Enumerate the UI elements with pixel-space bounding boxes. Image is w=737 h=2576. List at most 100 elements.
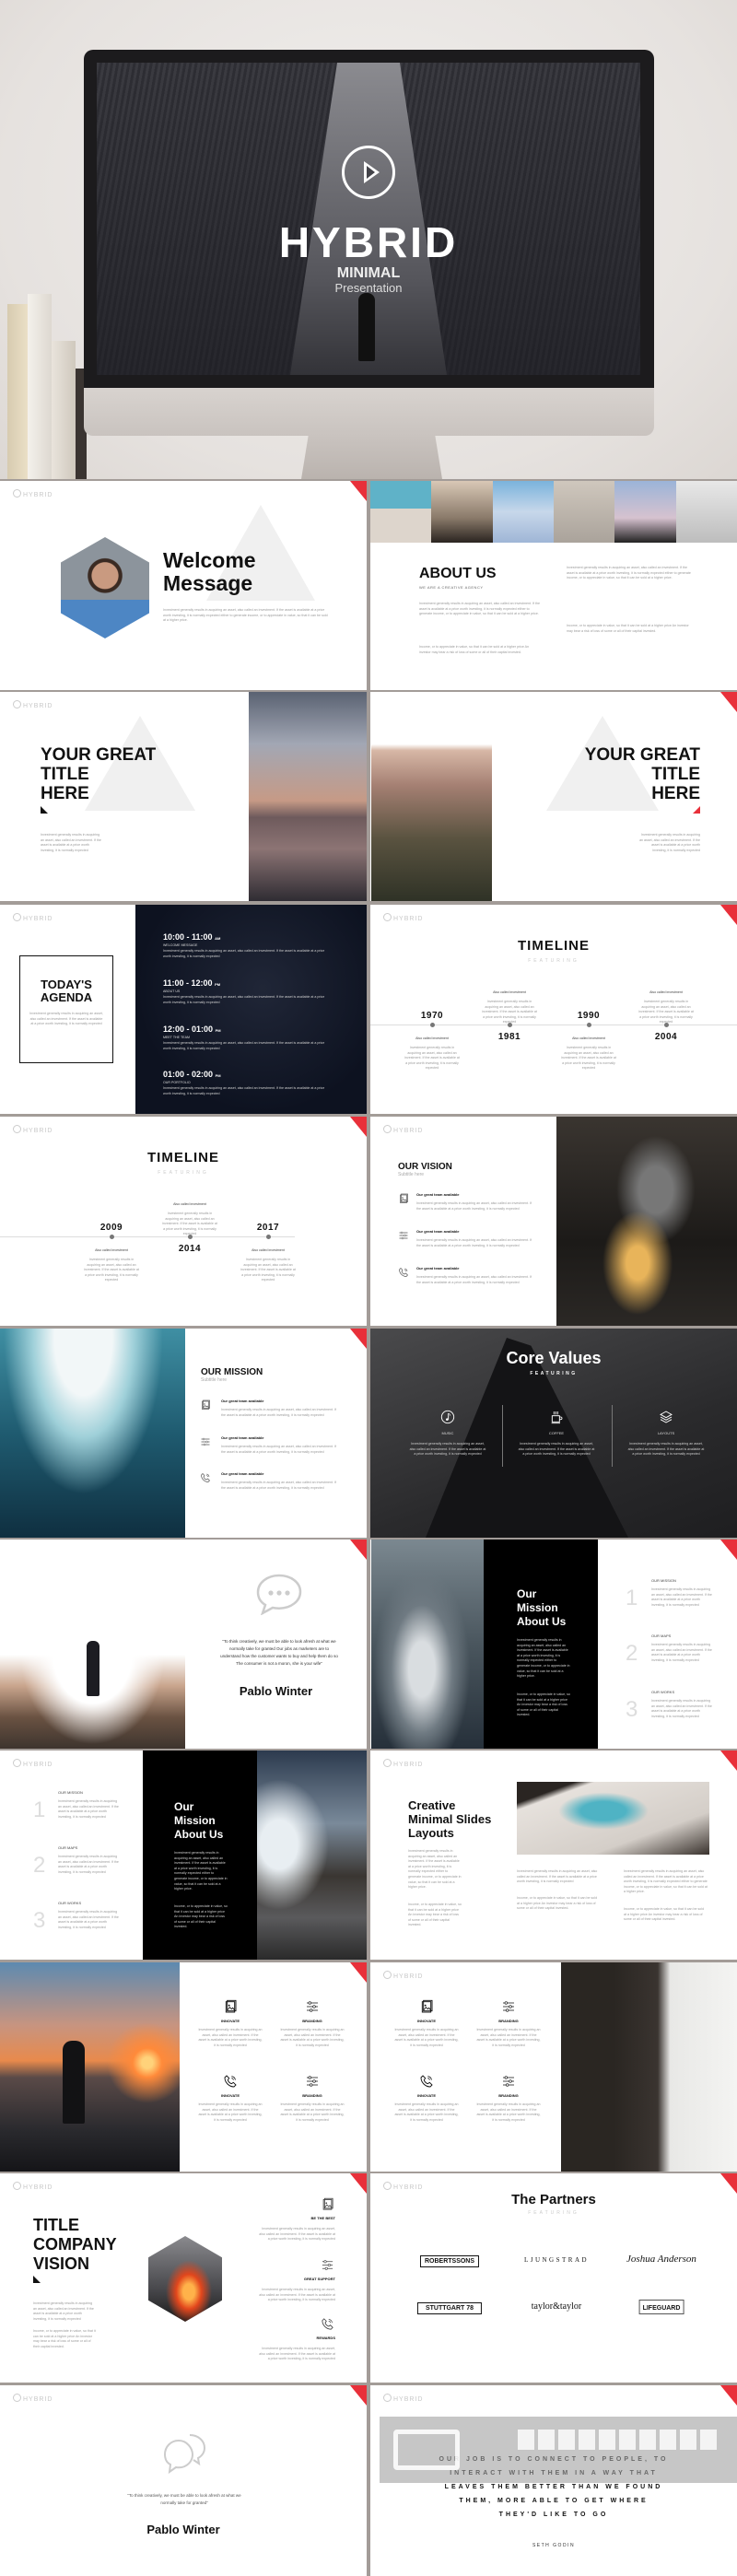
feature-item: INNOVATE Investment generally results in … — [394, 2074, 459, 2123]
slide-title: Our Mission About Us — [174, 1800, 224, 1841]
photo-surfer — [371, 1540, 484, 1749]
image-icon — [223, 1999, 238, 2014]
slide-our-vision[interactable]: HYBRID OUR VISION Subtitle here Our grea… — [370, 1117, 737, 1326]
play-circle-icon[interactable] — [342, 146, 395, 199]
hero-title: HYBRID — [278, 218, 459, 266]
body-text: Income, or to appreciate in value, so th… — [567, 624, 689, 633]
item-title: OUR MISSION — [58, 1790, 83, 1795]
slide-subtitle: Subtitle here — [398, 1172, 425, 1177]
slide-quote[interactable]: "To think creatively, we must be able to… — [0, 1540, 367, 1749]
brand-logo: HYBRID — [13, 489, 53, 498]
agenda-label: ABOUT US — [163, 989, 181, 993]
body-text: Investment generally results in acquirin… — [517, 1869, 598, 1884]
item-title: Our great team available — [221, 1435, 264, 1440]
body-text: Investment generally results in acquirin… — [162, 1212, 217, 1236]
slide-features-2[interactable]: HYBRID INNOVATE Investment generally resu… — [370, 1962, 737, 2172]
item-title: OUR MAPS — [58, 1845, 78, 1850]
quote-line: THEY'D LIKE TO GO — [498, 2512, 609, 2518]
timeline-label: Also called investment — [493, 990, 526, 994]
slide-mission-about-left[interactable]: HYBRID 1 OUR MISSION Investment generall… — [0, 1751, 367, 1960]
slide-number-corner — [720, 1751, 737, 1771]
slide-timeline-1[interactable]: HYBRID TIMELINE FEATURING 1970 Also call… — [370, 905, 737, 1114]
body-text: Investment generally results in acquirin… — [638, 1000, 694, 1025]
body-text: Investment generally results in acquirin… — [221, 1481, 337, 1490]
hero-tagline: Presentation — [334, 281, 403, 295]
slide-welcome[interactable]: HYBRID Welcome Message Investment genera… — [0, 481, 367, 690]
timeline-dot — [265, 1235, 271, 1239]
feature-item: INNOVATE Investment generally results in … — [198, 1999, 263, 2048]
brand-logo: HYBRID — [383, 1759, 423, 1768]
timeline-year: 2009 — [99, 1223, 123, 1233]
body-text: Income, or to appreciate in value, so th… — [174, 1904, 228, 1929]
body-text: Investment generally results in acquirin… — [567, 566, 691, 580]
body-text: Income, or to appreciate in value, so th… — [517, 1692, 570, 1717]
brand-logo: HYBRID — [383, 1971, 423, 1980]
slide-number-corner — [350, 1540, 367, 1560]
body-text: Investment generally results in acquirin… — [259, 2227, 335, 2242]
brand-logo: HYBRID — [13, 2394, 53, 2403]
agenda-time: 11:00 - 12:00 PM — [163, 978, 221, 988]
timeline-year: 2004 — [654, 1032, 678, 1042]
slide-partners[interactable]: HYBRID The Partners FEATURING ROBERTSSON… — [370, 2173, 737, 2383]
slide-title: YOUR GREAT TITLE HERE — [41, 745, 157, 803]
slide-company-vision[interactable]: HYBRID TITLE COMPANY VISION Investment g… — [0, 2173, 367, 2383]
timeline-dot — [109, 1235, 114, 1239]
book — [52, 341, 76, 479]
brand-logo: HYBRID — [383, 913, 423, 922]
monitor-stand — [301, 436, 442, 479]
slide-core-values[interactable]: Core Values FEATURING MUSIC Investment g… — [370, 1329, 737, 1538]
timeline-year: 2017 — [256, 1223, 280, 1233]
slide-subtitle: WE ARE A CREATIVE AGENCY — [419, 585, 484, 590]
photo-sunset-reflection — [249, 692, 367, 901]
body-text: Investment generally results in acquirin… — [58, 1799, 119, 1819]
slide-quote-2[interactable]: HYBRID "To think creatively, we must be … — [0, 2385, 367, 2576]
body-text: Investment generally results in acquirin… — [624, 1869, 708, 1894]
slide-great-title-right[interactable]: YOUR GREAT TITLE HERE Investment general… — [370, 692, 737, 901]
body-text: Investment generally results in acquirin… — [517, 1638, 570, 1679]
body-text: Investment generally results in acquirin… — [408, 1849, 462, 1890]
slide-title: TITLE COMPANY VISION — [33, 2216, 117, 2273]
item-title: OUR WORKS — [58, 1901, 82, 1905]
brand-logo: HYBRID — [383, 2394, 423, 2403]
slide-seth-godin-quote[interactable]: HYBRID OUR JOB IS TO CONNECT TO PEOPLE, … — [370, 2385, 737, 2576]
agenda-time: 01:00 - 02:00 PM — [163, 1070, 221, 1079]
photo-sunset-rocks — [0, 1962, 180, 2172]
slide-great-title-left[interactable]: HYBRID YOUR GREAT TITLE HERE Investment … — [0, 692, 367, 901]
timeline-label: Also called investment — [95, 1248, 128, 1252]
sliders-icon — [305, 2074, 320, 2089]
item-title: OUR MISSION — [651, 1578, 676, 1583]
sliders-icon — [501, 2074, 516, 2089]
slide-timeline-2[interactable]: HYBRID TIMELINE FEATURING 2009 Also call… — [0, 1117, 367, 1326]
slide-agenda[interactable]: HYBRID TODAY'S AGENDA Investment general… — [0, 905, 367, 1114]
slide-number-corner — [350, 2173, 367, 2194]
body-text: Investment generally results in acquirin… — [29, 1012, 103, 1026]
body-text: Investment generally results in acquirin… — [416, 1201, 532, 1211]
man-silhouette — [63, 2041, 85, 2124]
slide-features-1[interactable]: INNOVATE Investment generally results in … — [0, 1962, 367, 2172]
body-text: Investment generally results in acquirin… — [84, 1258, 139, 1282]
item-title: BE THE BEST — [310, 2216, 335, 2220]
timeline-label: Also called investment — [649, 990, 683, 994]
feature-item: INNOVATE Investment generally results in … — [394, 1999, 459, 2048]
slide-number-corner — [720, 905, 737, 925]
slide-title: OUR VISION — [398, 1162, 452, 1172]
body-text: Investment generally results in acquirin… — [259, 2288, 335, 2302]
watermark-band — [380, 2417, 737, 2483]
body-text: Investment generally results in acquirin… — [221, 1408, 337, 1417]
item-title: Our great team available — [221, 1471, 264, 1476]
slide-mission-about-right[interactable]: Our Mission About Us Investment generall… — [370, 1540, 737, 1749]
slide-subtitle: FEATURING — [528, 958, 579, 964]
core-value-label: LAYOUTS — [657, 1431, 675, 1435]
body-text: Investment generally results in acquirin… — [416, 1275, 532, 1284]
slide-creative-layouts[interactable]: HYBRID Creative Minimal Slides Layouts I… — [370, 1751, 737, 1960]
photo-surfer-beach — [257, 1751, 367, 1960]
body-text: Investment generally results in acquirin… — [627, 1442, 705, 1457]
photo-painting — [517, 1782, 709, 1855]
core-value-label: COFFEE — [548, 1431, 565, 1435]
item-title: Our great team available — [416, 1229, 460, 1234]
slide-number-corner — [720, 1540, 737, 1560]
slide-about-us[interactable]: ABOUT US WE ARE A CREATIVE AGENCY Invest… — [370, 481, 737, 690]
slide-our-mission[interactable]: OUR MISSION Subtitle here Our great team… — [0, 1329, 367, 1538]
man-silhouette — [87, 1641, 99, 1696]
phone-icon — [200, 1471, 211, 1482]
